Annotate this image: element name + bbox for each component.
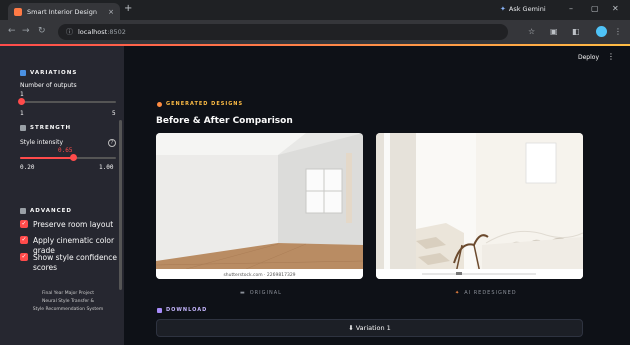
- confidence-scores-checkbox[interactable]: ✓ Show style confidence scores: [20, 253, 120, 273]
- checkbox-check-icon[interactable]: ✓: [20, 236, 28, 244]
- num-outputs-slider-thumb[interactable]: [18, 98, 25, 105]
- reload-icon[interactable]: ↻: [38, 26, 46, 36]
- generated-designs-heading: GENERATED DESIGNS: [166, 101, 244, 107]
- url-port: :8502: [107, 28, 126, 36]
- download-heading: DOWNLOAD: [166, 307, 208, 313]
- variations-section-icon: [20, 70, 26, 76]
- num-outputs-max: 5: [112, 110, 116, 117]
- tab-title: Smart Interior Design: [27, 8, 97, 16]
- new-tab-button[interactable]: +: [124, 3, 132, 14]
- tab-search-icon[interactable]: ◧: [572, 27, 580, 36]
- num-outputs-value: 1: [20, 91, 24, 98]
- redesigned-caption-text: AI REDESIGNED: [464, 290, 517, 296]
- browser-tab-bar: Smart Interior Design × + ✦ Ask Gemini –…: [0, 0, 630, 21]
- strength-section-header: STRENGTH: [20, 125, 71, 131]
- download-section-icon: [157, 307, 162, 313]
- style-intensity-min: 0.20: [20, 164, 35, 171]
- browser-toolbar: ← → ↻ ⓘ localhost :8502 ☆ ▣ ◧ ⋮: [0, 20, 630, 44]
- gemini-sparkle-icon: ✦: [500, 5, 506, 13]
- site-info-icon[interactable]: ⓘ: [66, 27, 73, 37]
- redesigned-room-image: [376, 133, 583, 279]
- streamlit-favicon-icon: [14, 8, 22, 16]
- maximize-button[interactable]: ▢: [591, 4, 599, 13]
- bookmark-star-icon[interactable]: ☆: [528, 27, 535, 36]
- window-close-button[interactable]: ✕: [612, 4, 619, 13]
- num-outputs-slider-track[interactable]: [20, 101, 116, 103]
- variations-section-header: VARIATIONS: [20, 70, 77, 76]
- help-icon[interactable]: ?: [108, 139, 116, 147]
- footer-line-1: Final Year Major Project: [41, 291, 95, 296]
- ask-gemini-label: Ask Gemini: [508, 5, 546, 13]
- original-caption: ▬ ORIGINAL: [240, 290, 282, 296]
- download-variation-1-button[interactable]: ⬇ Variation 1: [156, 319, 583, 337]
- num-outputs-label: Number of outputs: [20, 82, 77, 89]
- original-caption-text: ORIGINAL: [249, 290, 282, 296]
- main-menu-icon[interactable]: ⋮: [607, 52, 615, 61]
- advanced-heading: ADVANCED: [30, 208, 72, 214]
- strength-section-icon: [20, 125, 26, 131]
- advanced-section-header: ADVANCED: [20, 208, 72, 214]
- tab-close-icon[interactable]: ×: [108, 8, 114, 16]
- extensions-icon[interactable]: ▣: [550, 27, 558, 36]
- style-intensity-max: 1.00: [99, 164, 114, 171]
- original-room-image: shutterstock.com · 2269817329: [156, 133, 363, 279]
- download-section-header: DOWNLOAD: [157, 307, 207, 313]
- advanced-section-icon: [20, 208, 26, 214]
- image-icon: ▬: [240, 290, 246, 296]
- chrome-menu-icon[interactable]: ⋮: [614, 27, 622, 36]
- deploy-button[interactable]: Deploy: [578, 54, 599, 61]
- url-host: localhost: [78, 28, 108, 36]
- confidence-scores-label: Show style confidence scores: [33, 253, 118, 272]
- palette-icon: [157, 101, 162, 107]
- footer-line-3: Style Recommendation System: [32, 307, 104, 312]
- strength-heading: STRENGTH: [30, 125, 72, 131]
- profile-avatar[interactable]: [596, 26, 607, 37]
- style-intensity-slider-fill: [20, 157, 74, 159]
- forward-arrow-icon[interactable]: →: [22, 26, 30, 36]
- redesigned-caption: ✦ AI REDESIGNED: [455, 290, 517, 296]
- preserve-layout-checkbox[interactable]: ✓ Preserve room layout: [20, 220, 120, 230]
- checkbox-check-icon[interactable]: ✓: [20, 220, 28, 228]
- sidebar-footer: Final Year Major Project Neural Style Tr…: [20, 290, 116, 314]
- variations-heading: VARIATIONS: [30, 70, 78, 76]
- back-arrow-icon[interactable]: ←: [8, 26, 16, 36]
- address-bar[interactable]: ⓘ localhost :8502: [58, 24, 508, 40]
- style-intensity-label: Style intensity: [20, 139, 63, 146]
- page-title: Before & After Comparison: [156, 116, 293, 126]
- generated-designs-header: GENERATED DESIGNS: [157, 101, 243, 107]
- ask-gemini-button[interactable]: ✦ Ask Gemini: [500, 5, 546, 13]
- sparkle-icon: ✦: [455, 290, 461, 296]
- footer-line-2: Neural Style Transfer &: [41, 299, 95, 304]
- minimize-button[interactable]: –: [569, 4, 573, 13]
- empty-room-illustration: [156, 133, 363, 279]
- browser-tab[interactable]: Smart Interior Design ×: [8, 3, 120, 21]
- checkbox-check-icon[interactable]: ✓: [20, 253, 28, 261]
- preserve-layout-label: Preserve room layout: [33, 220, 114, 229]
- stock-watermark: shutterstock.com · 2269817329: [223, 273, 296, 278]
- style-intensity-value: 0.65: [58, 147, 73, 154]
- redesigned-room-illustration: [376, 133, 583, 279]
- num-outputs-min: 1: [20, 110, 24, 117]
